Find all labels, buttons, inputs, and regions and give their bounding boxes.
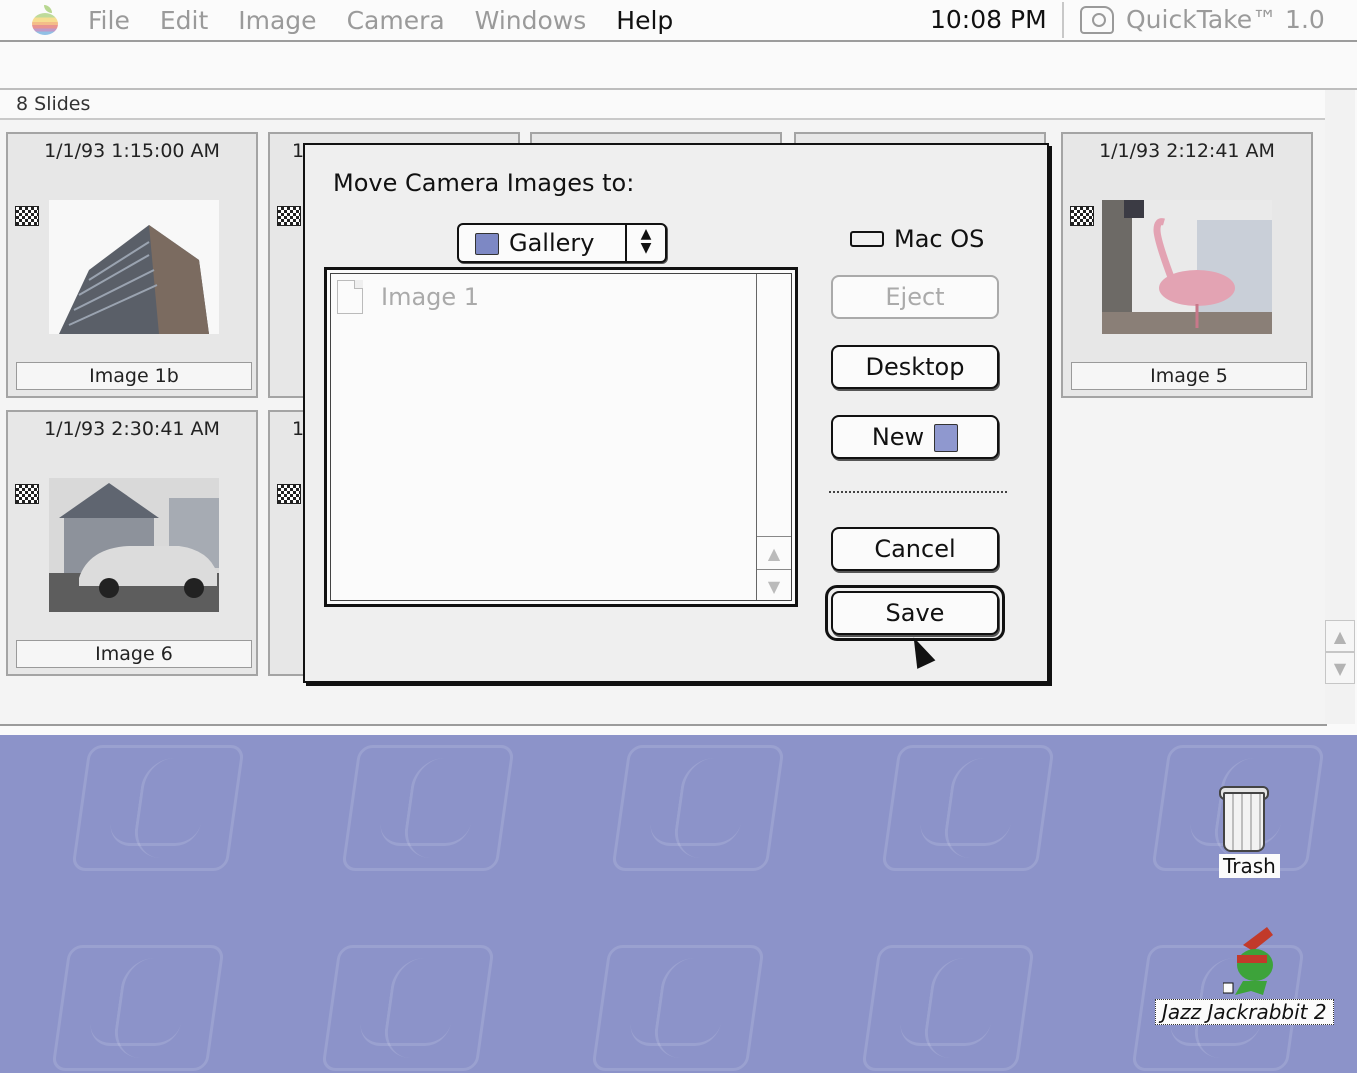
checker-icon[interactable] [277,206,301,226]
menu-file[interactable]: File [88,6,130,35]
desktop-button[interactable]: Desktop [831,345,999,389]
jazz-jackrabbit-label: Jazz Jackrabbit 2 [1155,999,1334,1025]
slides-count: 8 Slides [16,93,91,115]
document-icon [337,280,363,314]
dialog-title: Move Camera Images to: [333,169,635,197]
slide-label[interactable]: Image 1b [16,362,252,390]
disk-name: Mac OS [850,225,984,253]
save-button[interactable]: Save [831,591,999,635]
checker-icon[interactable] [15,484,39,504]
new-folder-label: New [871,423,925,451]
finder-pattern [611,745,785,871]
scroll-up-button[interactable]: ▲ [757,536,791,569]
jazz-jackrabbit-desktop-icon[interactable]: Jazz Jackrabbit 2 [1155,925,1355,1035]
finder-pattern [881,745,1055,871]
hard-disk-icon [850,231,884,247]
menu-image[interactable]: Image [238,6,316,35]
slide-photo [49,200,219,334]
slide-label[interactable]: Image 6 [16,640,252,668]
slide-date: 1/1/93 1:15:00 AM [44,140,220,162]
menu-divider [1062,2,1064,38]
checker-icon[interactable] [1070,206,1094,226]
disk-label: Mac OS [894,225,985,253]
finder-pattern [861,945,1035,1071]
trash-desktop-icon[interactable]: Trash [1215,782,1285,892]
checker-icon[interactable] [277,484,301,504]
menu-bar: File Edit Image Camera Windows Help 10:0… [0,0,1357,42]
desktop-background [0,735,1357,1073]
slide-thumbnail[interactable]: 1/1/93 2:30:41 AM Image 6 [6,410,258,676]
vertical-scrollbar[interactable]: ▲ ▼ [1325,90,1355,724]
finder-pattern [591,945,765,1071]
jazz-jackrabbit-alias-icon [1222,925,1289,997]
apple-menu-icon[interactable] [30,5,60,35]
updown-arrows-icon: ▲ ▼ [640,226,652,256]
slide-thumbnail[interactable]: 1/1/93 1:15:00 AM Image 1b [6,132,258,398]
finder-pattern [321,945,495,1071]
popup-divider [625,225,627,261]
application-name: QuickTake™ 1.0 [1126,5,1325,34]
cancel-button[interactable]: Cancel [831,527,999,571]
file-name: Image 1 [381,283,480,311]
scroll-up-button[interactable]: ▲ [1325,620,1355,652]
slide-photo [1102,200,1272,334]
slide-date: 1/1/93 2:30:41 AM [44,418,220,440]
file-list-scrollbar[interactable]: ▲ ▼ [756,274,791,600]
menu-windows[interactable]: Windows [475,6,587,35]
finder-pattern [341,745,515,871]
eject-button[interactable]: Eject [831,275,999,319]
camera-icon [1080,5,1114,34]
menu-edit[interactable]: Edit [160,6,208,35]
file-list[interactable]: Image 1 ▲ ▼ [324,267,798,607]
new-folder-button[interactable]: New [831,415,999,459]
checker-icon[interactable] [15,206,39,226]
file-list-inner: Image 1 ▲ ▼ [330,273,792,601]
application-menu[interactable]: QuickTake™ 1.0 [1080,5,1325,34]
menu-help[interactable]: Help [616,6,673,35]
new-folder-icon [934,424,959,452]
slide-photo [49,478,219,612]
menu-camera[interactable]: Camera [347,6,445,35]
slide-thumbnail[interactable]: 1/1/93 2:12:41 AM Image 5 [1061,132,1313,398]
list-item[interactable]: Image 1 [337,280,479,314]
location-popup-label: Gallery [509,229,595,257]
scroll-down-button[interactable]: ▼ [1325,652,1355,684]
folder-icon [475,233,499,255]
move-images-dialog: Move Camera Images to: Gallery ▲ ▼ Image … [303,143,1049,683]
trash-can-body [1223,792,1265,852]
finder-pattern [51,945,225,1071]
window-title-bar[interactable] [0,42,1357,90]
slide-date: 1/1/93 2:12:41 AM [1099,140,1275,162]
menu-clock[interactable]: 10:08 PM [930,5,1047,34]
scroll-down-button[interactable]: ▼ [757,569,791,602]
slides-header: 8 Slides [0,90,1325,120]
trash-label: Trash [1219,854,1280,878]
location-popup[interactable]: Gallery ▲ ▼ [457,223,667,263]
slide-label[interactable]: Image 5 [1071,362,1307,390]
finder-pattern [71,745,245,871]
dialog-separator [829,491,1007,493]
